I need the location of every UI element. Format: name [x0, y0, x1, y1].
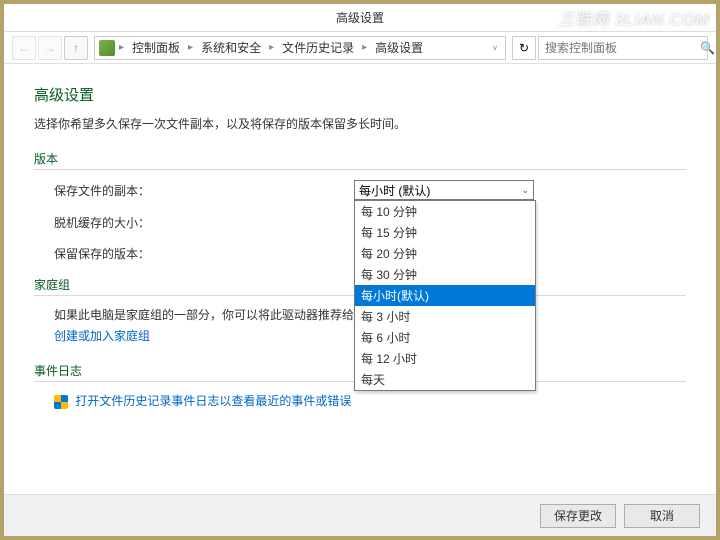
chevron-down-icon[interactable]: v — [489, 43, 501, 52]
page-description: 选择你希望多久保存一次文件副本，以及将保存的版本保留多长时间。 — [34, 115, 686, 132]
breadcrumb-item[interactable]: 控制面板 — [128, 37, 184, 58]
section-header-versions: 版本 — [34, 150, 686, 170]
dropdown-option[interactable]: 每 20 分钟 — [355, 243, 535, 264]
chevron-right-icon: ▸ — [186, 42, 195, 53]
breadcrumb-item[interactable]: 高级设置 — [371, 37, 427, 58]
refresh-button[interactable]: ↻ — [512, 36, 536, 60]
dropdown-list: 每 10 分钟 每 15 分钟 每 20 分钟 每 30 分钟 每小时(默认) … — [354, 200, 536, 391]
refresh-icon: ↻ — [519, 41, 529, 55]
window-title: 高级设置 — [336, 9, 384, 26]
chevron-right-icon: ▸ — [267, 42, 276, 53]
forward-button[interactable]: → — [38, 36, 62, 60]
control-panel-icon — [99, 40, 115, 56]
content-area: 高级设置 选择你希望多久保存一次文件副本，以及将保存的版本保留多长时间。 版本 … — [4, 64, 716, 494]
field-label: 保存文件的副本： — [54, 182, 354, 199]
dropdown-option[interactable]: 每 12 小时 — [355, 348, 535, 369]
arrow-left-icon: ← — [18, 41, 30, 55]
dropdown-option[interactable]: 每天 — [355, 369, 535, 390]
dropdown-option[interactable]: 每 3 小时 — [355, 306, 535, 327]
dropdown-option-selected[interactable]: 每小时(默认) — [355, 285, 535, 306]
watermark-text: 三联网 3LIAN.COM — [558, 6, 710, 30]
section-body-eventlog: 打开文件历史记录事件日志以查看最近的事件或错误 — [54, 392, 686, 409]
field-label: 脱机缓存的大小： — [54, 214, 354, 231]
chevron-down-icon: ⌄ — [521, 185, 529, 196]
breadcrumb-item[interactable]: 系统和安全 — [197, 37, 265, 58]
field-label: 保留保存的版本： — [54, 245, 354, 262]
save-copies-combobox[interactable]: 每小时 (默认) ⌄ 每 10 分钟 每 15 分钟 每 20 分钟 每 30 … — [354, 180, 534, 200]
page-title: 高级设置 — [34, 84, 686, 105]
search-icon: 🔍 — [700, 41, 715, 55]
dropdown-option[interactable]: 每 30 分钟 — [355, 264, 535, 285]
field-save-copies: 保存文件的副本： 每小时 (默认) ⌄ 每 10 分钟 每 15 分钟 每 20… — [54, 180, 686, 200]
cancel-button[interactable]: 取消 — [624, 504, 700, 528]
chevron-right-icon: ▸ — [360, 42, 369, 53]
shield-icon — [54, 395, 68, 409]
arrow-right-icon: → — [44, 41, 56, 55]
search-box[interactable]: 🔍 — [538, 36, 708, 60]
combobox-value: 每小时 (默认) — [359, 182, 430, 199]
dropdown-option[interactable]: 每 6 小时 — [355, 327, 535, 348]
arrow-up-icon: ↑ — [73, 41, 79, 55]
dropdown-option[interactable]: 每 15 分钟 — [355, 222, 535, 243]
eventlog-link[interactable]: 打开文件历史记录事件日志以查看最近的事件或错误 — [75, 394, 351, 408]
chevron-right-icon: ▸ — [117, 42, 126, 53]
search-input[interactable] — [545, 41, 700, 55]
back-button[interactable]: ← — [12, 36, 36, 60]
dropdown-option[interactable]: 每 10 分钟 — [355, 201, 535, 222]
up-button[interactable]: ↑ — [64, 36, 88, 60]
navbar: ← → ↑ ▸ 控制面板 ▸ 系统和安全 ▸ 文件历史记录 ▸ 高级设置 v ↻… — [4, 32, 716, 64]
window: 高级设置 ← → ↑ ▸ 控制面板 ▸ 系统和安全 ▸ 文件历史记录 ▸ 高级设… — [4, 4, 716, 536]
footer: 保存更改 取消 — [4, 494, 716, 536]
breadcrumb-item[interactable]: 文件历史记录 — [278, 37, 358, 58]
homegroup-link[interactable]: 创建或加入家庭组 — [54, 329, 150, 343]
save-button[interactable]: 保存更改 — [540, 504, 616, 528]
breadcrumb[interactable]: ▸ 控制面板 ▸ 系统和安全 ▸ 文件历史记录 ▸ 高级设置 v — [94, 36, 506, 60]
